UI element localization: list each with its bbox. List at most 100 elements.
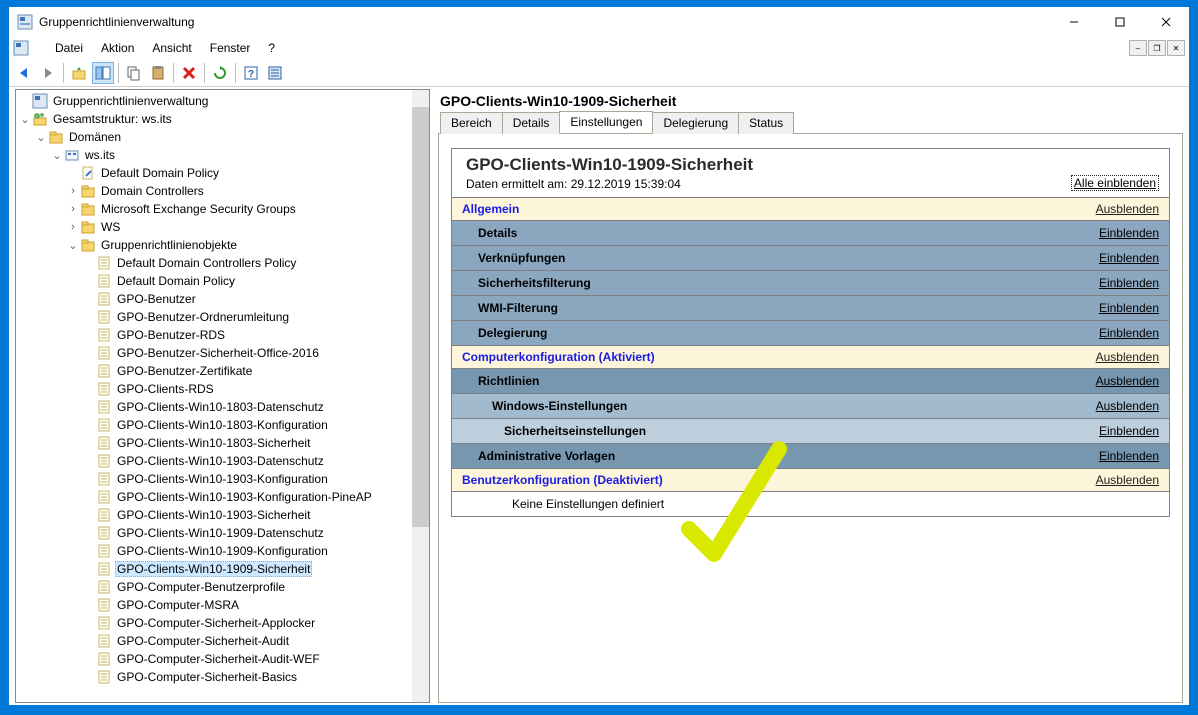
tree-item-label: GPO-Computer-Sicherheit-Basics <box>115 670 299 684</box>
tree-mesg[interactable]: › Microsoft Exchange Security Groups <box>18 200 412 218</box>
tree-gpo-item[interactable]: GPO-Computer-Sicherheit-Audit-WEF <box>18 650 412 668</box>
tree-forest[interactable]: ⌄Gesamtstruktur: ws.its <box>18 110 412 128</box>
tree-gpo-item[interactable]: GPO-Clients-Win10-1903-Datenschutz <box>18 452 412 470</box>
tree-domain[interactable]: ⌄ws.its <box>18 146 412 164</box>
gpo-icon <box>96 597 112 613</box>
row-richtlinien[interactable]: RichtlinienAusblenden <box>452 368 1169 393</box>
tree-gpo-item[interactable]: GPO-Computer-MSRA <box>18 596 412 614</box>
paste-button[interactable] <box>147 62 169 84</box>
section-allgemein[interactable]: AllgemeinAusblenden <box>452 198 1169 220</box>
menu-datei[interactable]: Datei <box>47 39 91 57</box>
tree-gpo-item[interactable]: GPO-Computer-Sicherheit-Applocker <box>18 614 412 632</box>
delete-button[interactable] <box>178 62 200 84</box>
row-windows-einstellungen[interactable]: Windows-EinstellungenAusblenden <box>452 393 1169 418</box>
up-button[interactable] <box>68 62 90 84</box>
section-benutzerkonfiguration[interactable]: Benutzerkonfiguration (Deaktiviert)Ausbl… <box>452 468 1169 491</box>
tab-status[interactable]: Status <box>738 112 794 134</box>
expand-icon[interactable]: › <box>66 203 80 215</box>
tree-item-label: Microsoft Exchange Security Groups <box>99 202 298 216</box>
splitter[interactable] <box>430 87 434 705</box>
tree-item-label: GPO-Benutzer-Ordnerumleitung <box>115 310 291 324</box>
tree-gpo-item[interactable]: Default Domain Controllers Policy <box>18 254 412 272</box>
tree-gpo-item[interactable]: GPO-Benutzer-Ordnerumleitung <box>18 308 412 326</box>
tab-delegierung[interactable]: Delegierung <box>652 112 739 134</box>
maximize-button[interactable] <box>1097 7 1143 37</box>
expand-icon[interactable]: ⌄ <box>66 239 80 252</box>
tree-gpo-item[interactable]: GPO-Clients-Win10-1909-Datenschutz <box>18 524 412 542</box>
copy-button[interactable] <box>123 62 145 84</box>
tree-gpo-item[interactable]: GPO-Clients-Win10-1803-Sicherheit <box>18 434 412 452</box>
tree-item-label: GPO-Clients-Win10-1803-Datenschutz <box>115 400 326 414</box>
row-details[interactable]: DetailsEinblenden <box>452 220 1169 245</box>
tree-gpo-item[interactable]: GPO-Clients-RDS <box>18 380 412 398</box>
refresh-button[interactable] <box>209 62 231 84</box>
tree-gpo-item[interactable]: GPO-Computer-Sicherheit-Basics <box>18 668 412 686</box>
tree-gpo-item[interactable]: GPO-Computer-Benutzerprofile <box>18 578 412 596</box>
row-sicherheitsfilterung[interactable]: SicherheitsfilterungEinblenden <box>452 270 1169 295</box>
tree-gpo-item[interactable]: GPO-Benutzer-RDS <box>18 326 412 344</box>
tree-root[interactable]: Gruppenrichtlinienverwaltung <box>18 92 412 110</box>
forward-button[interactable] <box>37 62 59 84</box>
row-administrative-vorlagen[interactable]: Administrative VorlagenEinblenden <box>452 443 1169 468</box>
gpo-icon <box>96 309 112 325</box>
tree-gpo-item[interactable]: Default Domain Policy <box>18 272 412 290</box>
menu-aktion[interactable]: Aktion <box>93 39 142 57</box>
tree-scrollbar[interactable] <box>412 90 429 702</box>
tree-gpo-item[interactable]: GPO-Clients-Win10-1909-Sicherheit <box>18 560 412 578</box>
expand-icon[interactable]: ⌄ <box>18 113 32 126</box>
tree-gpo-item[interactable]: GPO-Clients-Win10-1803-Datenschutz <box>18 398 412 416</box>
expand-icon[interactable]: › <box>66 221 80 233</box>
show-hide-tree-button[interactable] <box>92 62 114 84</box>
row-delegierung[interactable]: DelegierungEinblenden <box>452 320 1169 345</box>
help-button[interactable]: ? <box>240 62 262 84</box>
report-pane[interactable]: GPO-Clients-Win10-1909-Sicherheit Daten … <box>438 134 1183 703</box>
tree-gpo-item[interactable]: GPO-Clients-Win10-1903-Sicherheit <box>18 506 412 524</box>
expand-all-link[interactable]: Alle einblenden <box>1071 175 1159 191</box>
tree-default-domain-policy[interactable]: Default Domain Policy <box>18 164 412 182</box>
title-bar[interactable]: Gruppenrichtlinienverwaltung <box>9 7 1189 37</box>
gpo-icon <box>96 471 112 487</box>
tree-ws[interactable]: ›WS <box>18 218 412 236</box>
tree-item-label: GPO-Benutzer-Sicherheit-Office-2016 <box>115 346 321 360</box>
gpo-icon <box>96 579 112 595</box>
row-sicherheitseinstellungen[interactable]: SicherheitseinstellungenEinblenden <box>452 418 1169 443</box>
menu-ansicht[interactable]: Ansicht <box>144 39 199 57</box>
row-verknuepfungen[interactable]: VerknüpfungenEinblenden <box>452 245 1169 270</box>
tree-gpo-item[interactable]: GPO-Clients-Win10-1903-Konfiguration-Pin… <box>18 488 412 506</box>
mdi-minimize-button[interactable]: – <box>1129 40 1147 56</box>
tab-details[interactable]: Details <box>502 112 561 134</box>
tree-item-label: GPO-Benutzer-Zertifikate <box>115 364 254 378</box>
tab-bereich[interactable]: Bereich <box>440 112 503 134</box>
gpmc-icon <box>32 93 48 109</box>
tree-gpo-container[interactable]: ⌄Gruppenrichtlinienobjekte <box>18 236 412 254</box>
expand-icon[interactable]: ⌄ <box>50 149 64 162</box>
tree-item-label: Default Domain Policy <box>115 274 237 288</box>
tree-gpo-item[interactable]: GPO-Clients-Win10-1909-Konfiguration <box>18 542 412 560</box>
tree-gpo-item[interactable]: GPO-Benutzer-Sicherheit-Office-2016 <box>18 344 412 362</box>
expand-icon[interactable]: › <box>66 185 80 197</box>
tree-domains[interactable]: ⌄Domänen <box>18 128 412 146</box>
expand-icon[interactable]: ⌄ <box>34 131 48 144</box>
tree-gpo-item[interactable]: GPO-Benutzer <box>18 290 412 308</box>
tree-view[interactable]: Gruppenrichtlinienverwaltung⌄Gesamtstruk… <box>16 90 412 702</box>
tree-item-label: GPO-Benutzer <box>115 292 198 306</box>
menu-fenster[interactable]: Fenster <box>202 39 259 57</box>
back-button[interactable] <box>13 62 35 84</box>
tree-gpo-item[interactable]: GPO-Computer-Sicherheit-Audit <box>18 632 412 650</box>
minimize-button[interactable] <box>1051 7 1097 37</box>
row-wmi-filterung[interactable]: WMI-FilterungEinblenden <box>452 295 1169 320</box>
tree-gpo-item[interactable]: GPO-Clients-Win10-1903-Konfiguration <box>18 470 412 488</box>
tab-einstellungen[interactable]: Einstellungen <box>559 111 653 133</box>
tree-gpo-item[interactable]: GPO-Clients-Win10-1803-Konfiguration <box>18 416 412 434</box>
tree-item-label: GPO-Clients-Win10-1903-Sicherheit <box>115 508 312 522</box>
menu-help[interactable]: ? <box>260 39 283 57</box>
properties-button[interactable] <box>264 62 286 84</box>
section-computerkonfiguration[interactable]: Computerkonfiguration (Aktiviert)Ausblen… <box>452 345 1169 368</box>
tree-gpo-item[interactable]: GPO-Benutzer-Zertifikate <box>18 362 412 380</box>
pane-title: GPO-Clients-Win10-1909-Sicherheit <box>438 89 1183 111</box>
mdi-restore-button[interactable]: ❐ <box>1148 40 1166 56</box>
tree-domain-controllers[interactable]: ›Domain Controllers <box>18 182 412 200</box>
gpo-icon <box>96 273 112 289</box>
close-button[interactable] <box>1143 7 1189 37</box>
mdi-close-button[interactable]: ✕ <box>1167 40 1185 56</box>
